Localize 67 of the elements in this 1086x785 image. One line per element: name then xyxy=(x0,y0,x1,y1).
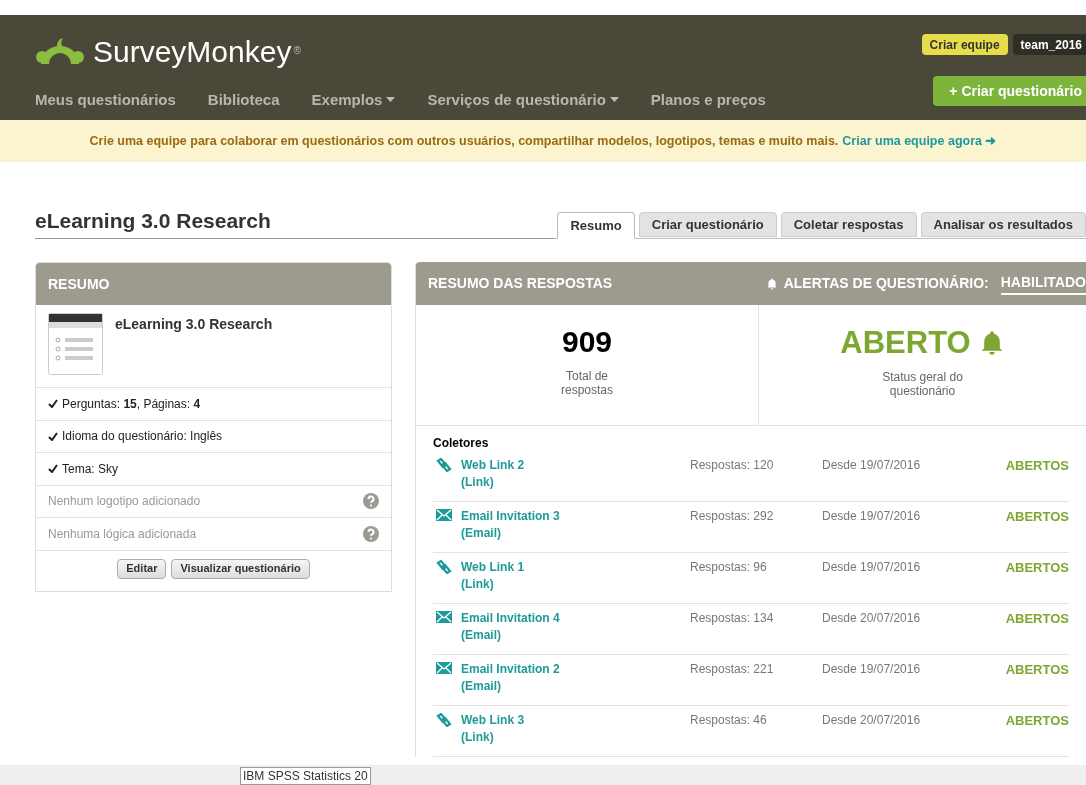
bell-icon xyxy=(765,277,778,290)
envelope-icon xyxy=(436,611,452,623)
response-count: Respostas: 96 xyxy=(690,559,768,576)
summary-item: Nenhuma lógica adicionada xyxy=(48,525,197,542)
stat-label: Total de respostas xyxy=(560,369,614,397)
collector-status: ABERTOS xyxy=(1005,559,1069,577)
collector-link[interactable]: Email Invitation 4 (Email) xyxy=(461,610,560,654)
collector-link[interactable]: Email Invitation 2 (Email) xyxy=(461,661,560,705)
survey-status: ABERTO xyxy=(840,327,971,358)
create-team-link[interactable]: Criar uma equipe agora ➜ xyxy=(842,131,997,151)
alerts-label: ALERTAS DE QUESTIONÁRIO: xyxy=(783,274,989,293)
create-team-button[interactable]: Criar equipe xyxy=(921,34,1008,55)
response-count: Respostas: 134 xyxy=(690,610,775,627)
since-date: Desde 19/07/2016 xyxy=(822,457,922,474)
summary-item: Tema: Sky xyxy=(62,460,118,477)
collector-status: ABERTOS xyxy=(1005,712,1069,730)
monkey-logo-icon xyxy=(35,38,85,66)
envelope-icon xyxy=(436,662,452,674)
survey-title: eLearning 3.0 Research xyxy=(35,210,271,231)
panel-heading: RESUMO xyxy=(48,274,110,294)
summary-item: Idioma do questionário: Inglês xyxy=(62,428,223,445)
collectors-heading: Coletores xyxy=(433,436,489,450)
alerts-toggle-link[interactable]: HABILITADO xyxy=(1000,272,1086,295)
registered-mark: ® xyxy=(293,44,301,58)
help-icon xyxy=(363,493,379,510)
tab[interactable]: Coletar respostas xyxy=(780,212,917,237)
nav-link[interactable]: Planos e preços xyxy=(650,88,766,111)
since-date: Desde 19/07/2016 xyxy=(822,661,922,678)
nav-link[interactable]: Biblioteca xyxy=(207,88,280,111)
collector-status: ABERTOS xyxy=(1005,610,1069,628)
nav-link[interactable]: Exemplos xyxy=(311,88,396,111)
logo-wordmark: SurveyMonkey xyxy=(93,37,292,67)
since-date: Desde 20/07/2016 xyxy=(822,610,922,627)
banner-text: Crie uma equipe para colaborar em questionários com outros usuários, compartilhar modelos, logotipos, temas e muito mais. xyxy=(89,132,839,150)
action-button[interactable]: Editar xyxy=(117,558,167,579)
summary-item: Nenhum logotipo adicionado xyxy=(48,493,201,510)
survey-name: eLearning 3.0 Research xyxy=(115,315,273,334)
response-count: Respostas: 221 xyxy=(690,661,775,678)
tab[interactable]: Analisar os resultados xyxy=(920,212,1086,237)
collector-link[interactable]: Web Link 3 (Link) xyxy=(461,712,525,756)
collector-status: ABERTOS xyxy=(1005,457,1069,475)
since-date: Desde 19/07/2016 xyxy=(822,559,922,576)
tab[interactable]: Criar questionário xyxy=(638,212,777,237)
response-count: Respostas: 46 xyxy=(690,712,768,729)
survey-thumbnail-icon xyxy=(48,313,103,375)
since-date: Desde 20/07/2016 xyxy=(822,712,922,729)
stat-label: Status geral do questionário xyxy=(881,370,964,398)
collector-link[interactable]: Web Link 1 (Link) xyxy=(461,559,525,603)
create-survey-button[interactable]: + Criar questionário xyxy=(933,76,1086,106)
nav-link[interactable]: Serviços de questionário xyxy=(427,88,619,111)
response-count: Respostas: 120 xyxy=(690,457,775,474)
action-button[interactable]: Visualizar questionário xyxy=(171,558,310,579)
collector-status: ABERTOS xyxy=(1005,661,1069,679)
tooltip: IBM SPSS Statistics 20 xyxy=(240,767,371,785)
since-date: Desde 19/07/2016 xyxy=(822,508,922,525)
tab[interactable]: Resumo xyxy=(557,212,635,239)
collector-link[interactable]: Web Link 2 (Link) xyxy=(461,457,525,501)
help-icon xyxy=(363,525,379,542)
collector-status: ABERTOS xyxy=(1005,508,1069,526)
total-responses: 909 xyxy=(561,327,613,357)
nav-link[interactable]: Meus questionários xyxy=(35,88,176,111)
account-button[interactable]: team_2016 xyxy=(1012,34,1086,55)
summary-item: Perguntas: 15, Páginas: 4 xyxy=(62,395,201,412)
panel-heading: RESUMO DAS RESPOSTAS xyxy=(428,274,613,293)
envelope-icon xyxy=(436,509,452,521)
collector-link[interactable]: Email Invitation 3 (Email) xyxy=(461,508,560,552)
response-count: Respostas: 292 xyxy=(690,508,775,525)
